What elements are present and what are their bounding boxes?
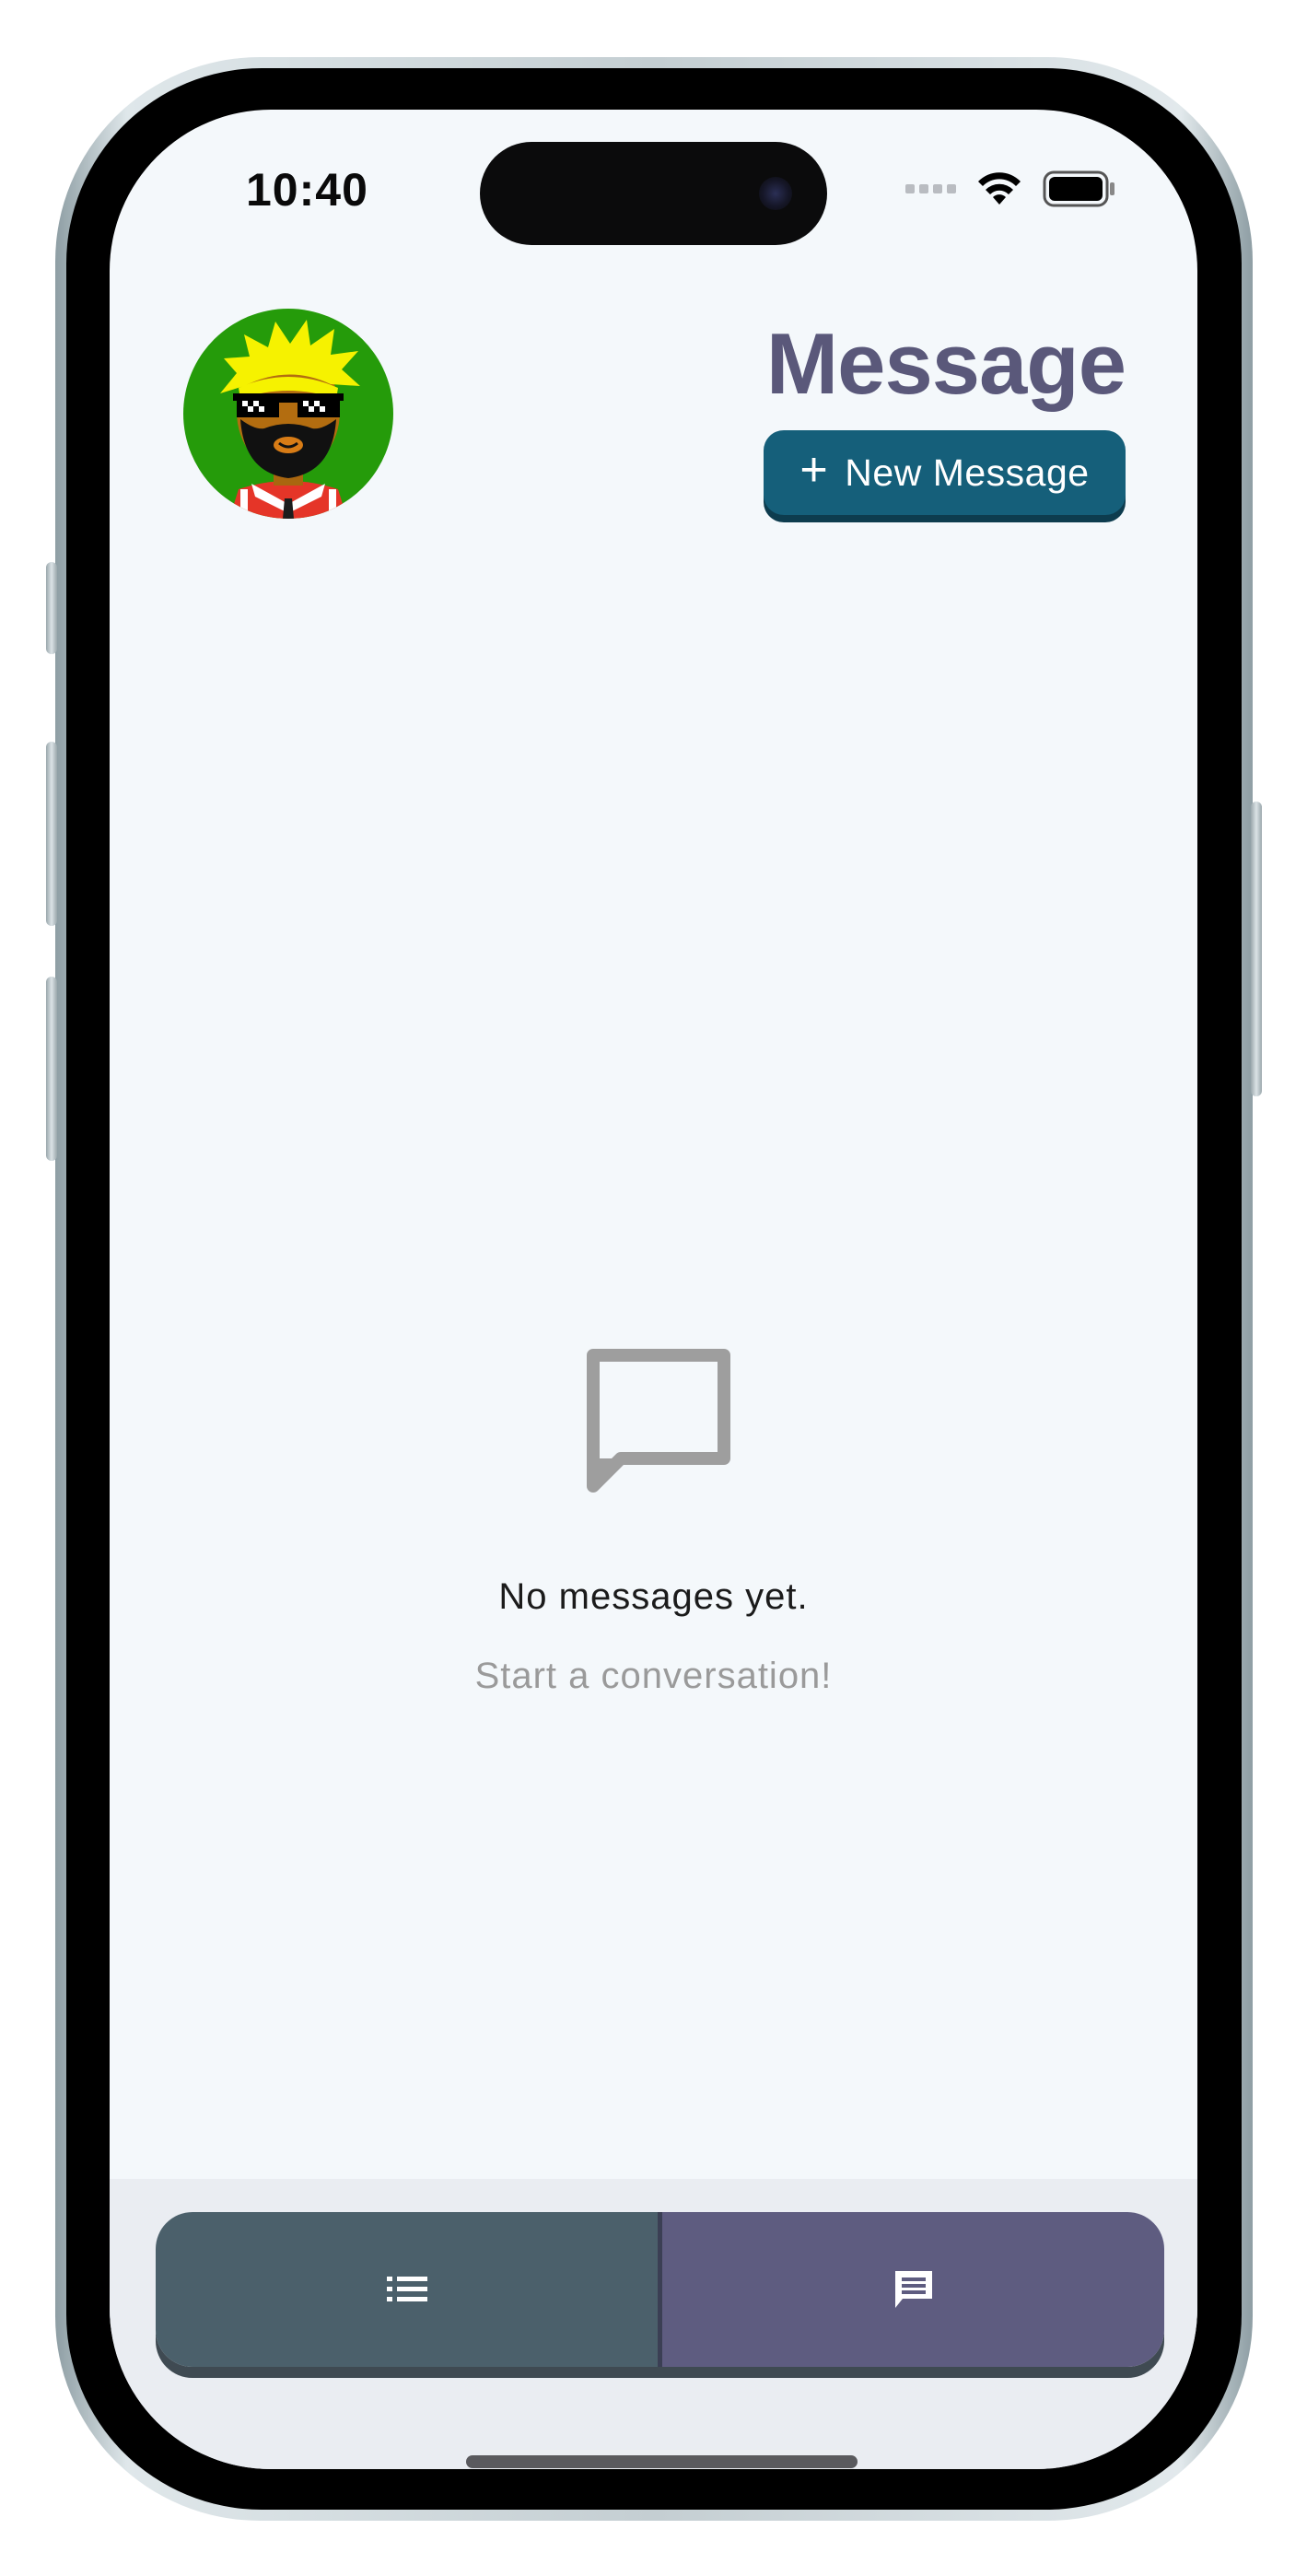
tab-bar: [156, 2212, 1164, 2367]
avatar-character-icon: [220, 320, 360, 519]
empty-state-title: No messages yet.: [498, 1576, 809, 1617]
status-icons: [905, 170, 1116, 207]
battery-icon: [1043, 170, 1114, 207]
new-message-label: New Message: [845, 451, 1090, 494]
dynamic-island: [480, 142, 827, 245]
home-indicator[interactable]: [466, 2455, 858, 2468]
bottom-navigation-area: [110, 2179, 1197, 2469]
avatar[interactable]: [183, 309, 393, 519]
chat-bubble-outline-icon: [587, 1349, 730, 1493]
tab-list[interactable]: [156, 2212, 658, 2367]
front-camera-icon: [759, 177, 792, 210]
screen: 10:40 Message + New Message No messages …: [110, 110, 1197, 2469]
wifi-icon: [978, 172, 1021, 205]
status-time: 10:40: [246, 164, 368, 216]
tab-chat[interactable]: [658, 2212, 1164, 2367]
plus-icon: +: [799, 443, 829, 497]
new-message-button[interactable]: + New Message: [764, 430, 1126, 515]
chat-icon: [894, 2271, 932, 2308]
empty-state-subtitle: Start a conversation!: [474, 1656, 833, 1696]
power-button: [1251, 802, 1262, 1096]
cellular-dots-icon: [905, 184, 956, 193]
volume-down-button: [46, 977, 57, 1161]
action-button: [46, 562, 57, 654]
list-icon: [386, 2277, 427, 2301]
volume-up-button: [46, 742, 57, 926]
page-title: Message: [765, 315, 1126, 412]
